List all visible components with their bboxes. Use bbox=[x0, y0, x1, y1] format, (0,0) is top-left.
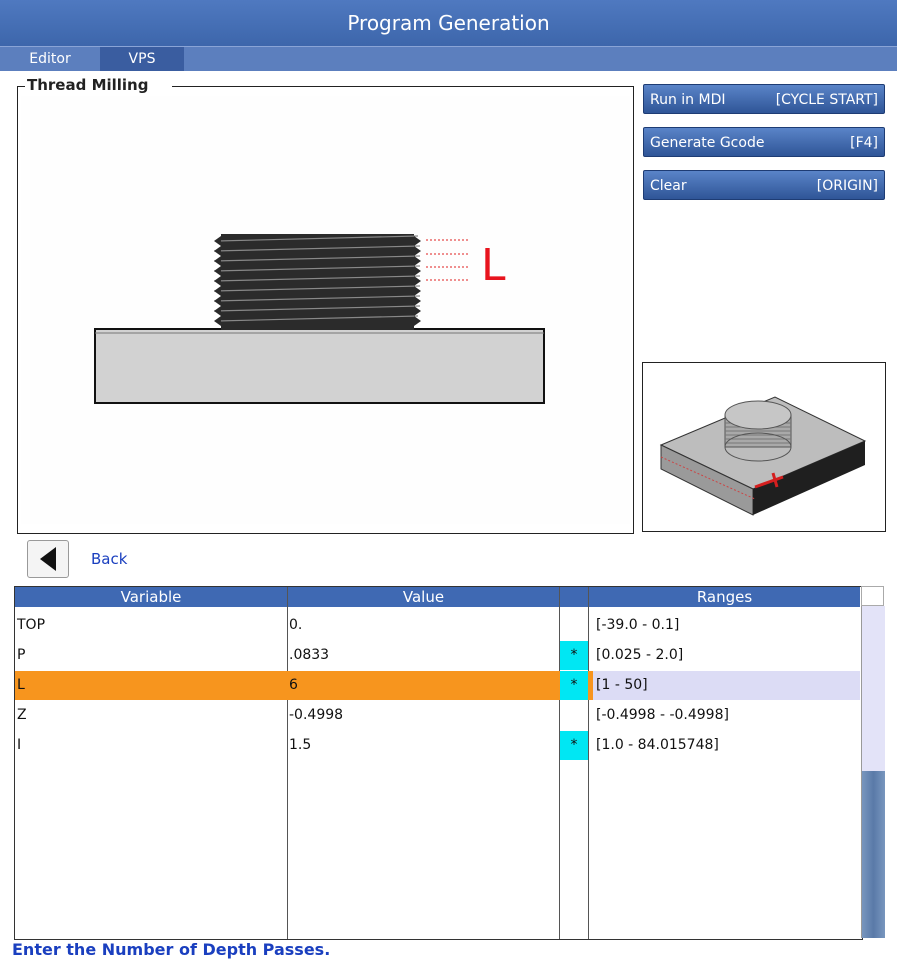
run-in-mdi-key: [CYCLE START] bbox=[775, 92, 878, 108]
required-flag: * bbox=[560, 671, 588, 700]
back-button[interactable] bbox=[27, 540, 69, 578]
generate-gcode-button[interactable]: Generate Gcode [F4] bbox=[643, 127, 885, 157]
row-value[interactable]: .0833 bbox=[289, 641, 329, 670]
row-variable: P bbox=[17, 647, 26, 663]
table-scrollbar[interactable] bbox=[861, 606, 885, 938]
panel-title: Thread Milling bbox=[26, 76, 150, 94]
header-value: Value bbox=[288, 587, 559, 607]
header-flag bbox=[560, 587, 588, 607]
row-variable: TOP bbox=[17, 617, 46, 633]
table-row[interactable]: I 1.5 * [1.0 - 84.015748] bbox=[15, 731, 860, 760]
table-row[interactable]: Z -0.4998 [-0.4998 - -0.4998] bbox=[15, 701, 860, 730]
header-ranges: Ranges bbox=[589, 587, 860, 607]
tab-vps[interactable]: VPS bbox=[100, 47, 184, 71]
tab-editor[interactable]: Editor bbox=[0, 47, 101, 71]
clear-label: Clear bbox=[650, 178, 687, 194]
scrollbar-thumb[interactable] bbox=[862, 771, 885, 938]
row-range: [1 - 50] bbox=[593, 671, 860, 700]
variables-table: Variable Value Ranges TOP 0. [-39.0 - 0.… bbox=[14, 586, 863, 940]
row-variable: I bbox=[17, 737, 22, 753]
window-title: Program Generation bbox=[0, 0, 897, 46]
part-preview bbox=[642, 362, 886, 532]
row-range: [0.025 - 2.0] bbox=[596, 647, 684, 663]
table-row[interactable]: TOP 0. [-39.0 - 0.1] bbox=[15, 611, 860, 640]
row-range: [-0.4998 - -0.4998] bbox=[596, 707, 729, 723]
status-message: Enter the Number of Depth Passes. bbox=[12, 940, 331, 959]
row-value[interactable]: 6 bbox=[289, 671, 298, 700]
row-value[interactable]: 0. bbox=[289, 611, 302, 640]
thread-diagram-svg: L bbox=[94, 234, 545, 404]
table-row[interactable]: P .0833 * [0.025 - 2.0] bbox=[15, 641, 860, 670]
clear-key: [ORIGIN] bbox=[816, 178, 878, 194]
thread-diagram: L bbox=[21, 96, 630, 524]
row-variable: L bbox=[17, 677, 25, 693]
required-flag bbox=[560, 701, 588, 730]
row-variable: Z bbox=[17, 707, 27, 723]
row-range: [-39.0 - 0.1] bbox=[596, 617, 680, 633]
generate-gcode-key: [F4] bbox=[850, 135, 878, 151]
scrollbar-header-cell bbox=[861, 586, 884, 606]
generate-gcode-label: Generate Gcode bbox=[650, 135, 765, 151]
required-flag: * bbox=[560, 731, 588, 760]
run-in-mdi-button[interactable]: Run in MDI [CYCLE START] bbox=[643, 84, 885, 114]
part-preview-svg bbox=[659, 396, 867, 516]
back-arrow-icon bbox=[40, 547, 56, 571]
tab-bar: Editor VPS bbox=[0, 46, 897, 71]
clear-button[interactable]: Clear [ORIGIN] bbox=[643, 170, 885, 200]
run-in-mdi-label: Run in MDI bbox=[650, 92, 726, 108]
table-row-selected[interactable]: L 6 * [1 - 50] bbox=[15, 671, 860, 700]
required-flag bbox=[560, 611, 588, 640]
row-value[interactable]: 1.5 bbox=[289, 731, 311, 760]
required-flag: * bbox=[560, 641, 588, 670]
header-variable: Variable bbox=[15, 587, 287, 607]
back-label[interactable]: Back bbox=[91, 550, 127, 568]
row-value[interactable]: -0.4998 bbox=[289, 701, 343, 730]
row-range: [1.0 - 84.015748] bbox=[596, 737, 719, 753]
dimension-label-l: L bbox=[481, 240, 506, 291]
